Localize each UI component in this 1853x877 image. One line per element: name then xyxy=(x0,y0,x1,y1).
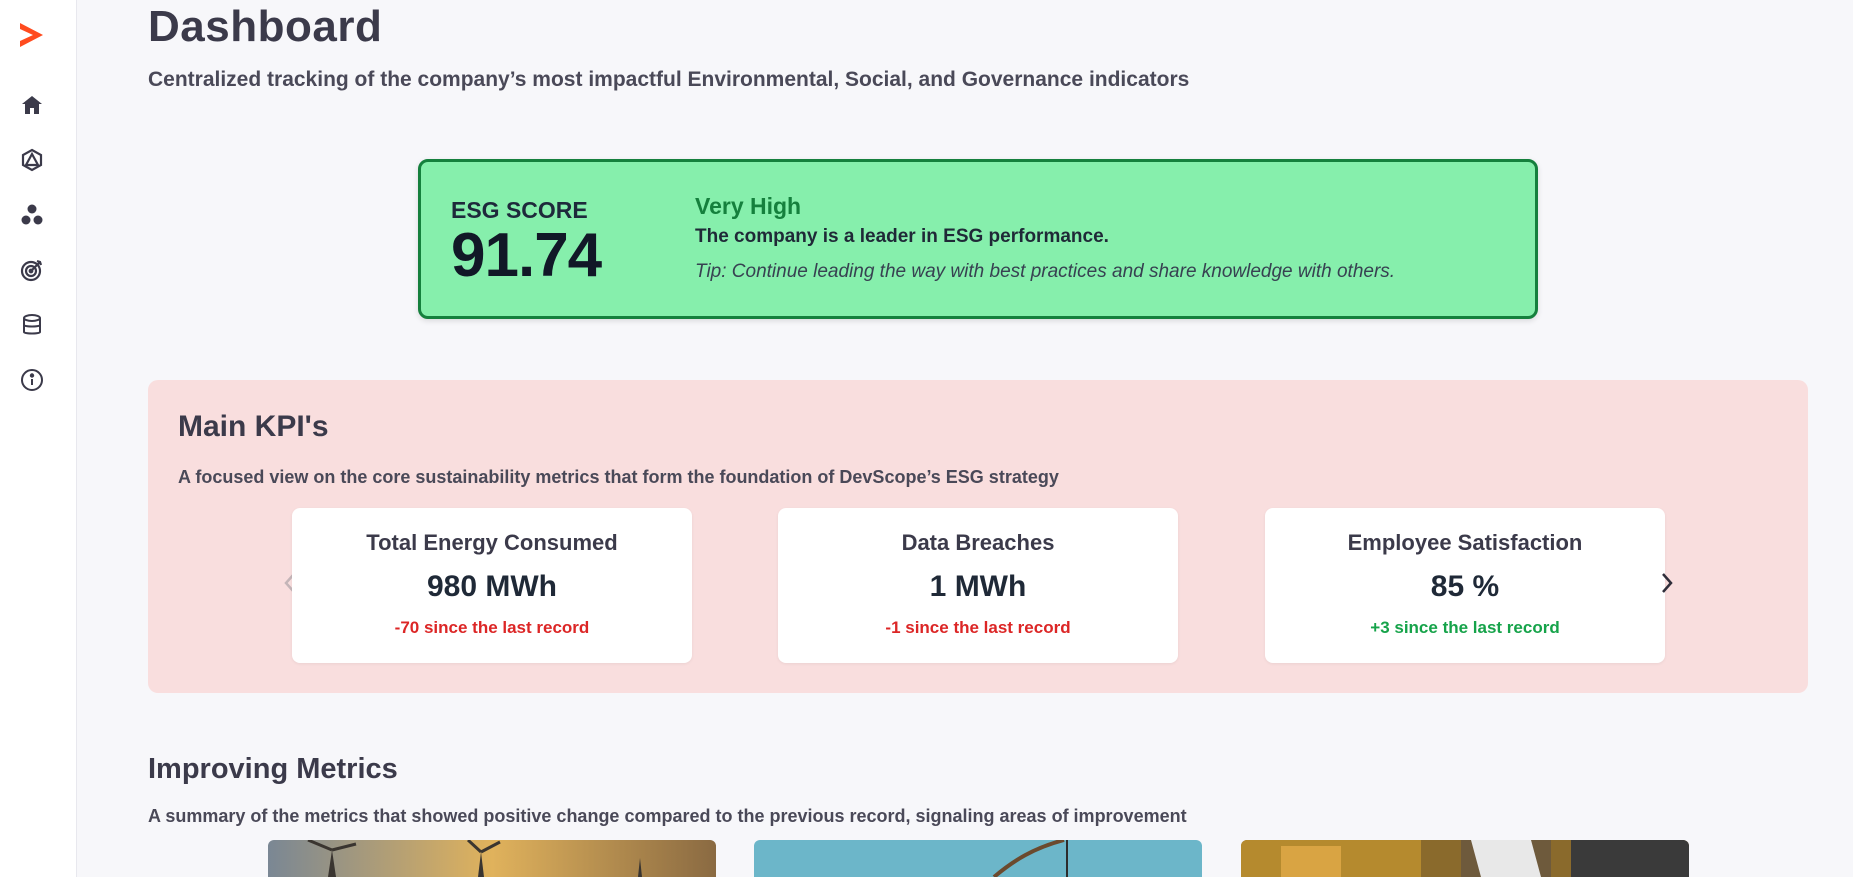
sidebar xyxy=(0,0,77,877)
kpi-card[interactable]: Total Energy Consumed 980 MWh -70 since … xyxy=(292,508,692,663)
kpi-section-title: Main KPI's xyxy=(178,410,329,443)
home-icon[interactable] xyxy=(19,92,45,118)
hierarchy-icon[interactable] xyxy=(19,202,45,228)
kpi-card-value: 85 % xyxy=(1430,570,1500,603)
warehouse-image[interactable] xyxy=(1241,840,1689,877)
page-title: Dashboard xyxy=(148,2,383,51)
kpi-card-name: Total Energy Consumed xyxy=(366,530,618,555)
improving-metrics-title: Improving Metrics xyxy=(148,753,398,785)
carousel-next-button[interactable] xyxy=(1655,568,1679,598)
improving-metrics-subtitle: A summary of the metrics that showed pos… xyxy=(148,806,1187,826)
main-kpis-section: Main KPI's A focused view on the core su… xyxy=(148,380,1808,693)
target-icon[interactable] xyxy=(19,257,45,283)
esg-score-value: 91.74 xyxy=(451,221,602,290)
esg-score-level: Very High xyxy=(695,193,802,219)
kpi-card[interactable]: Data Breaches 1 MWh -1 since the last re… xyxy=(778,508,1178,663)
kpi-card-delta: +3 since the last record xyxy=(1370,618,1560,637)
wind-turbines-image[interactable] xyxy=(268,840,716,877)
hexagon-network-icon[interactable] xyxy=(19,147,45,173)
kpi-card-delta: -70 since the last record xyxy=(394,618,590,637)
esg-score-description: The company is a leader in ESG performan… xyxy=(695,226,1109,247)
esg-score-card: ESG SCORE 91.74 Very High The company is… xyxy=(418,159,1538,319)
kpi-section-subtitle: A focused view on the core sustainabilit… xyxy=(178,467,1059,487)
kpi-card-value: 980 MWh xyxy=(426,570,558,603)
kpi-card-name: Data Breaches xyxy=(901,530,1055,555)
teal-plant-image[interactable] xyxy=(754,840,1202,877)
info-icon[interactable] xyxy=(19,367,45,393)
database-icon[interactable] xyxy=(19,312,45,338)
kpi-card-name: Employee Satisfaction xyxy=(1347,530,1583,555)
brand-logo[interactable] xyxy=(17,20,47,54)
esg-score-tip: Tip: Continue leading the way with best … xyxy=(695,261,1396,282)
kpi-card-value: 1 MWh xyxy=(929,570,1027,603)
page-subtitle: Centralized tracking of the company’s mo… xyxy=(148,68,1190,91)
kpi-card-delta: -1 since the last record xyxy=(885,618,1071,637)
kpi-card[interactable]: Employee Satisfaction 85 % +3 since the … xyxy=(1265,508,1665,663)
